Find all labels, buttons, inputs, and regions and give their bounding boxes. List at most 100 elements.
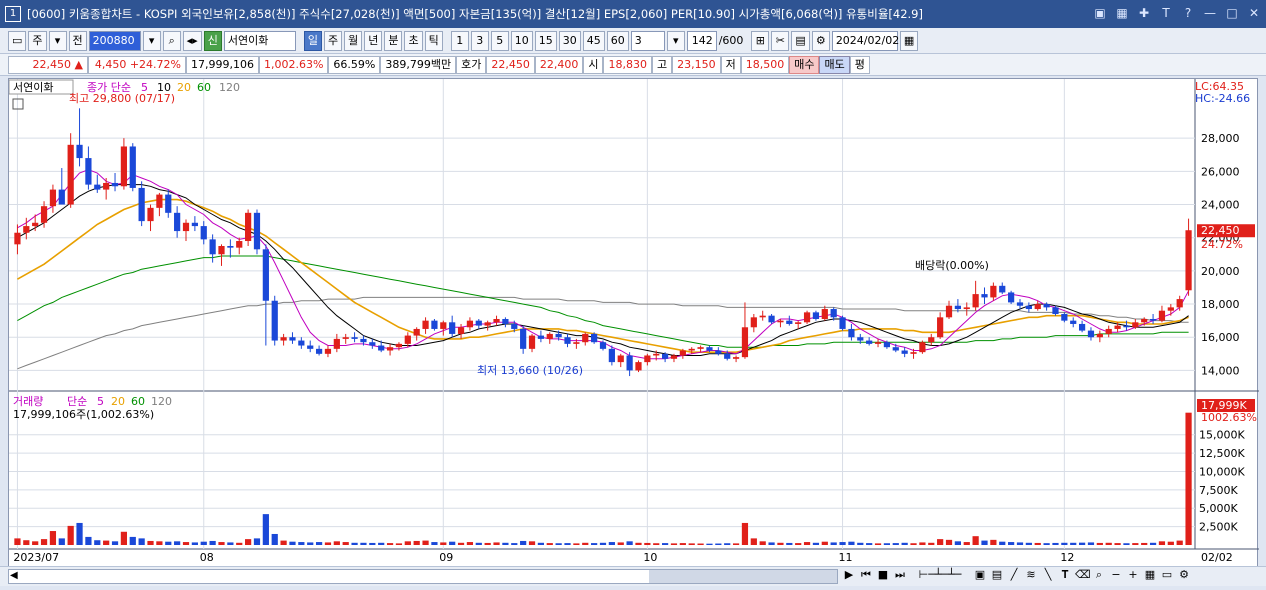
candle-body [635,362,642,371]
buy-button[interactable]: 매수 [789,55,820,74]
volume-bar [1176,540,1183,545]
interval-value[interactable]: 3 [630,30,665,51]
price-pct-label: 24.72% [1201,238,1243,251]
maximize-icon[interactable]: □ [1224,5,1240,21]
interval-1[interactable]: 1 [450,30,469,51]
volume-bar [1061,542,1068,545]
tile-icon[interactable]: ▤ [990,568,1004,582]
period-minute-button[interactable]: 분 [384,30,403,51]
interval-3[interactable]: 3 [470,30,489,51]
candle-body [1052,307,1059,315]
volume-bar [1114,543,1121,545]
even-button[interactable]: 평 [849,55,870,74]
volume-bar [1185,412,1192,545]
stop-icon[interactable]: ■ [876,568,890,582]
grid-toggle-icon[interactable] [12,98,24,110]
settings-icon[interactable]: ⚙ [811,30,830,51]
candle-body [724,353,731,359]
volume-bar [1034,542,1041,545]
trendline-icon[interactable]: ╱ [1007,568,1021,582]
date-input[interactable]: 2024/02/02 [831,30,899,51]
interval-5[interactable]: 5 [490,30,509,51]
volume-bar [679,543,686,545]
indicator-icon[interactable]: ⊞ [751,30,770,51]
zoom-slider-icon[interactable]: ⊢─┴─┴─ [910,568,970,582]
volume-bar [812,542,820,545]
minimize-icon[interactable]: — [1202,5,1218,21]
chart-area[interactable]: 28,000 26,000 24,000 22,000 20,000 18,000 16,0… [8,78,1259,569]
candle-body [457,327,465,334]
stock-code-input[interactable]: 200880 [88,30,141,51]
interval-30[interactable]: 30 [558,30,581,51]
volume-bar [724,543,731,545]
period-second-button[interactable]: 초 [404,30,423,51]
stock-name-field: 서연이화 [223,30,296,51]
candle-body [218,246,225,255]
indicator-window-icon[interactable]: ▣ [973,568,987,582]
scroll-left-icon[interactable]: ◀ [10,570,18,581]
candlestick-chart[interactable]: 28,00026,00024,00022,00020,00018,00016,0… [8,79,1259,569]
zoom-icon[interactable]: ⌕ [1092,568,1106,582]
search-icon[interactable]: ⌕ [162,30,181,51]
last-icon[interactable]: ⏭ [893,568,907,582]
volume-bar [111,541,119,545]
play-icon[interactable]: ▶ [842,568,856,582]
save-icon[interactable]: ▤ [791,30,810,51]
period-day-button[interactable]: 일 [303,30,322,51]
vol-ma60: 60 [131,395,145,408]
interval-15[interactable]: 15 [534,30,557,51]
volume: 17,999,106 [186,55,259,74]
period-week-button[interactable]: 주 [323,30,343,51]
close-icon[interactable]: ✕ [1246,5,1262,21]
period-month-button[interactable]: 월 [344,30,363,51]
candle-body [1132,322,1139,328]
first-icon[interactable]: ⏮ [859,568,873,582]
restore-layout-icon[interactable]: ▣ [1092,5,1108,21]
stock-type-select[interactable]: 주 [28,30,47,51]
text-tool-icon[interactable]: 𝐓 [1058,568,1072,582]
sell-button[interactable]: 매도 [819,55,850,74]
horizontal-scrollbar[interactable]: ◀ [8,569,838,584]
candle-body [165,194,172,213]
scroll-thumb[interactable] [649,570,837,583]
volume-bar [528,541,536,545]
candle-body [892,347,899,351]
candle-body [999,285,1006,293]
volume-bar [147,540,154,545]
volume-bar [413,540,420,545]
interval-10[interactable]: 10 [510,30,533,51]
prev-button[interactable]: 전 [68,30,87,51]
code-dropdown-icon[interactable]: ▾ [142,30,161,51]
fibonacci-icon[interactable]: ≋ [1024,568,1038,582]
help-icon[interactable]: ? [1180,5,1196,21]
candle-body [821,309,828,319]
font-icon[interactable]: T [1158,5,1174,21]
settings-gear-icon[interactable]: ⚙ [1177,568,1191,582]
period-year-button[interactable]: 년 [364,30,383,51]
moving-average-ma120 [17,296,1189,370]
drawing-icon[interactable]: ✂ [771,30,790,51]
screenshot-icon[interactable]: ▦ [1143,568,1157,582]
interval-60[interactable]: 60 [606,30,629,51]
calendar-icon[interactable]: ▦ [899,30,919,51]
volume-bar [555,543,562,545]
zoom-out-icon[interactable]: − [1109,568,1123,582]
erase-icon[interactable]: ⌫ [1075,568,1091,582]
chart-type-icon[interactable]: ▭ [8,30,27,51]
dropdown-icon[interactable]: ▾ [48,30,67,51]
zoom-in-icon[interactable]: + [1126,568,1140,582]
save-image-icon[interactable]: ▭ [1160,568,1174,582]
period-tick-button[interactable]: 틱 [424,30,443,51]
interval-dropdown-icon[interactable]: ▾ [666,30,685,51]
date-tick-label: 2023/07 [13,551,59,564]
interval-45[interactable]: 45 [582,30,605,51]
count-input[interactable]: 142 [686,30,717,51]
candle-body [981,294,988,298]
layout-icon[interactable]: ▦ [1114,5,1130,21]
volume-tick-label: 12,500K [1199,447,1245,460]
pin-icon[interactable]: ✚ [1136,5,1152,21]
ruler-icon[interactable]: ╲ [1041,568,1055,582]
candle-body [990,285,997,298]
high-label: 고 [651,55,673,74]
sound-icon[interactable]: ◂▸ [182,30,202,51]
